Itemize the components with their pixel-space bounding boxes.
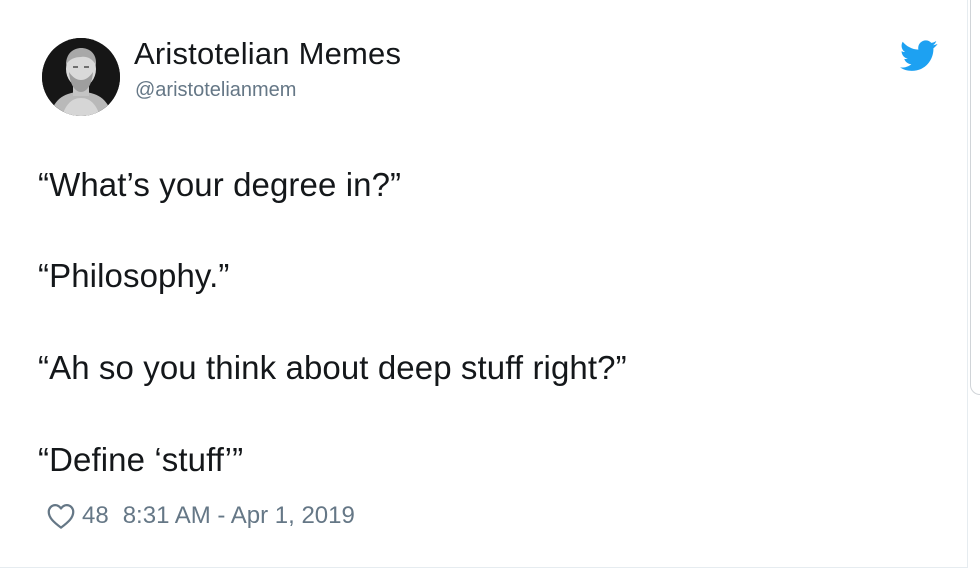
display-name[interactable]: Aristotelian Memes (134, 36, 401, 72)
tweet-card: Aristotelian Memes @aristotelianmem “Wha… (0, 0, 968, 568)
scrollbar-edge (970, 0, 980, 395)
heart-outline-icon (47, 504, 75, 529)
tweet-footer: 48 8:31 AM - Apr 1, 2019 (46, 498, 355, 534)
like-count: 48 (82, 502, 109, 529)
user-handle[interactable]: @aristotelianmem (135, 79, 296, 102)
tweet-text-line: “What’s your degree in?” (38, 166, 402, 203)
tweet-text-line: “Philosophy.” (38, 257, 230, 294)
twitter-bird-icon[interactable] (900, 40, 938, 72)
tweet-text-line: “Define ‘stuff’” (38, 441, 244, 478)
like-button[interactable]: 48 (46, 502, 123, 530)
avatar[interactable] (42, 38, 120, 116)
tweet-timestamp[interactable]: 8:31 AM - Apr 1, 2019 (123, 502, 355, 530)
tweet-text-line: “Ah so you think about deep stuff right?… (38, 349, 627, 386)
bust-statue-avatar-image (42, 38, 120, 116)
